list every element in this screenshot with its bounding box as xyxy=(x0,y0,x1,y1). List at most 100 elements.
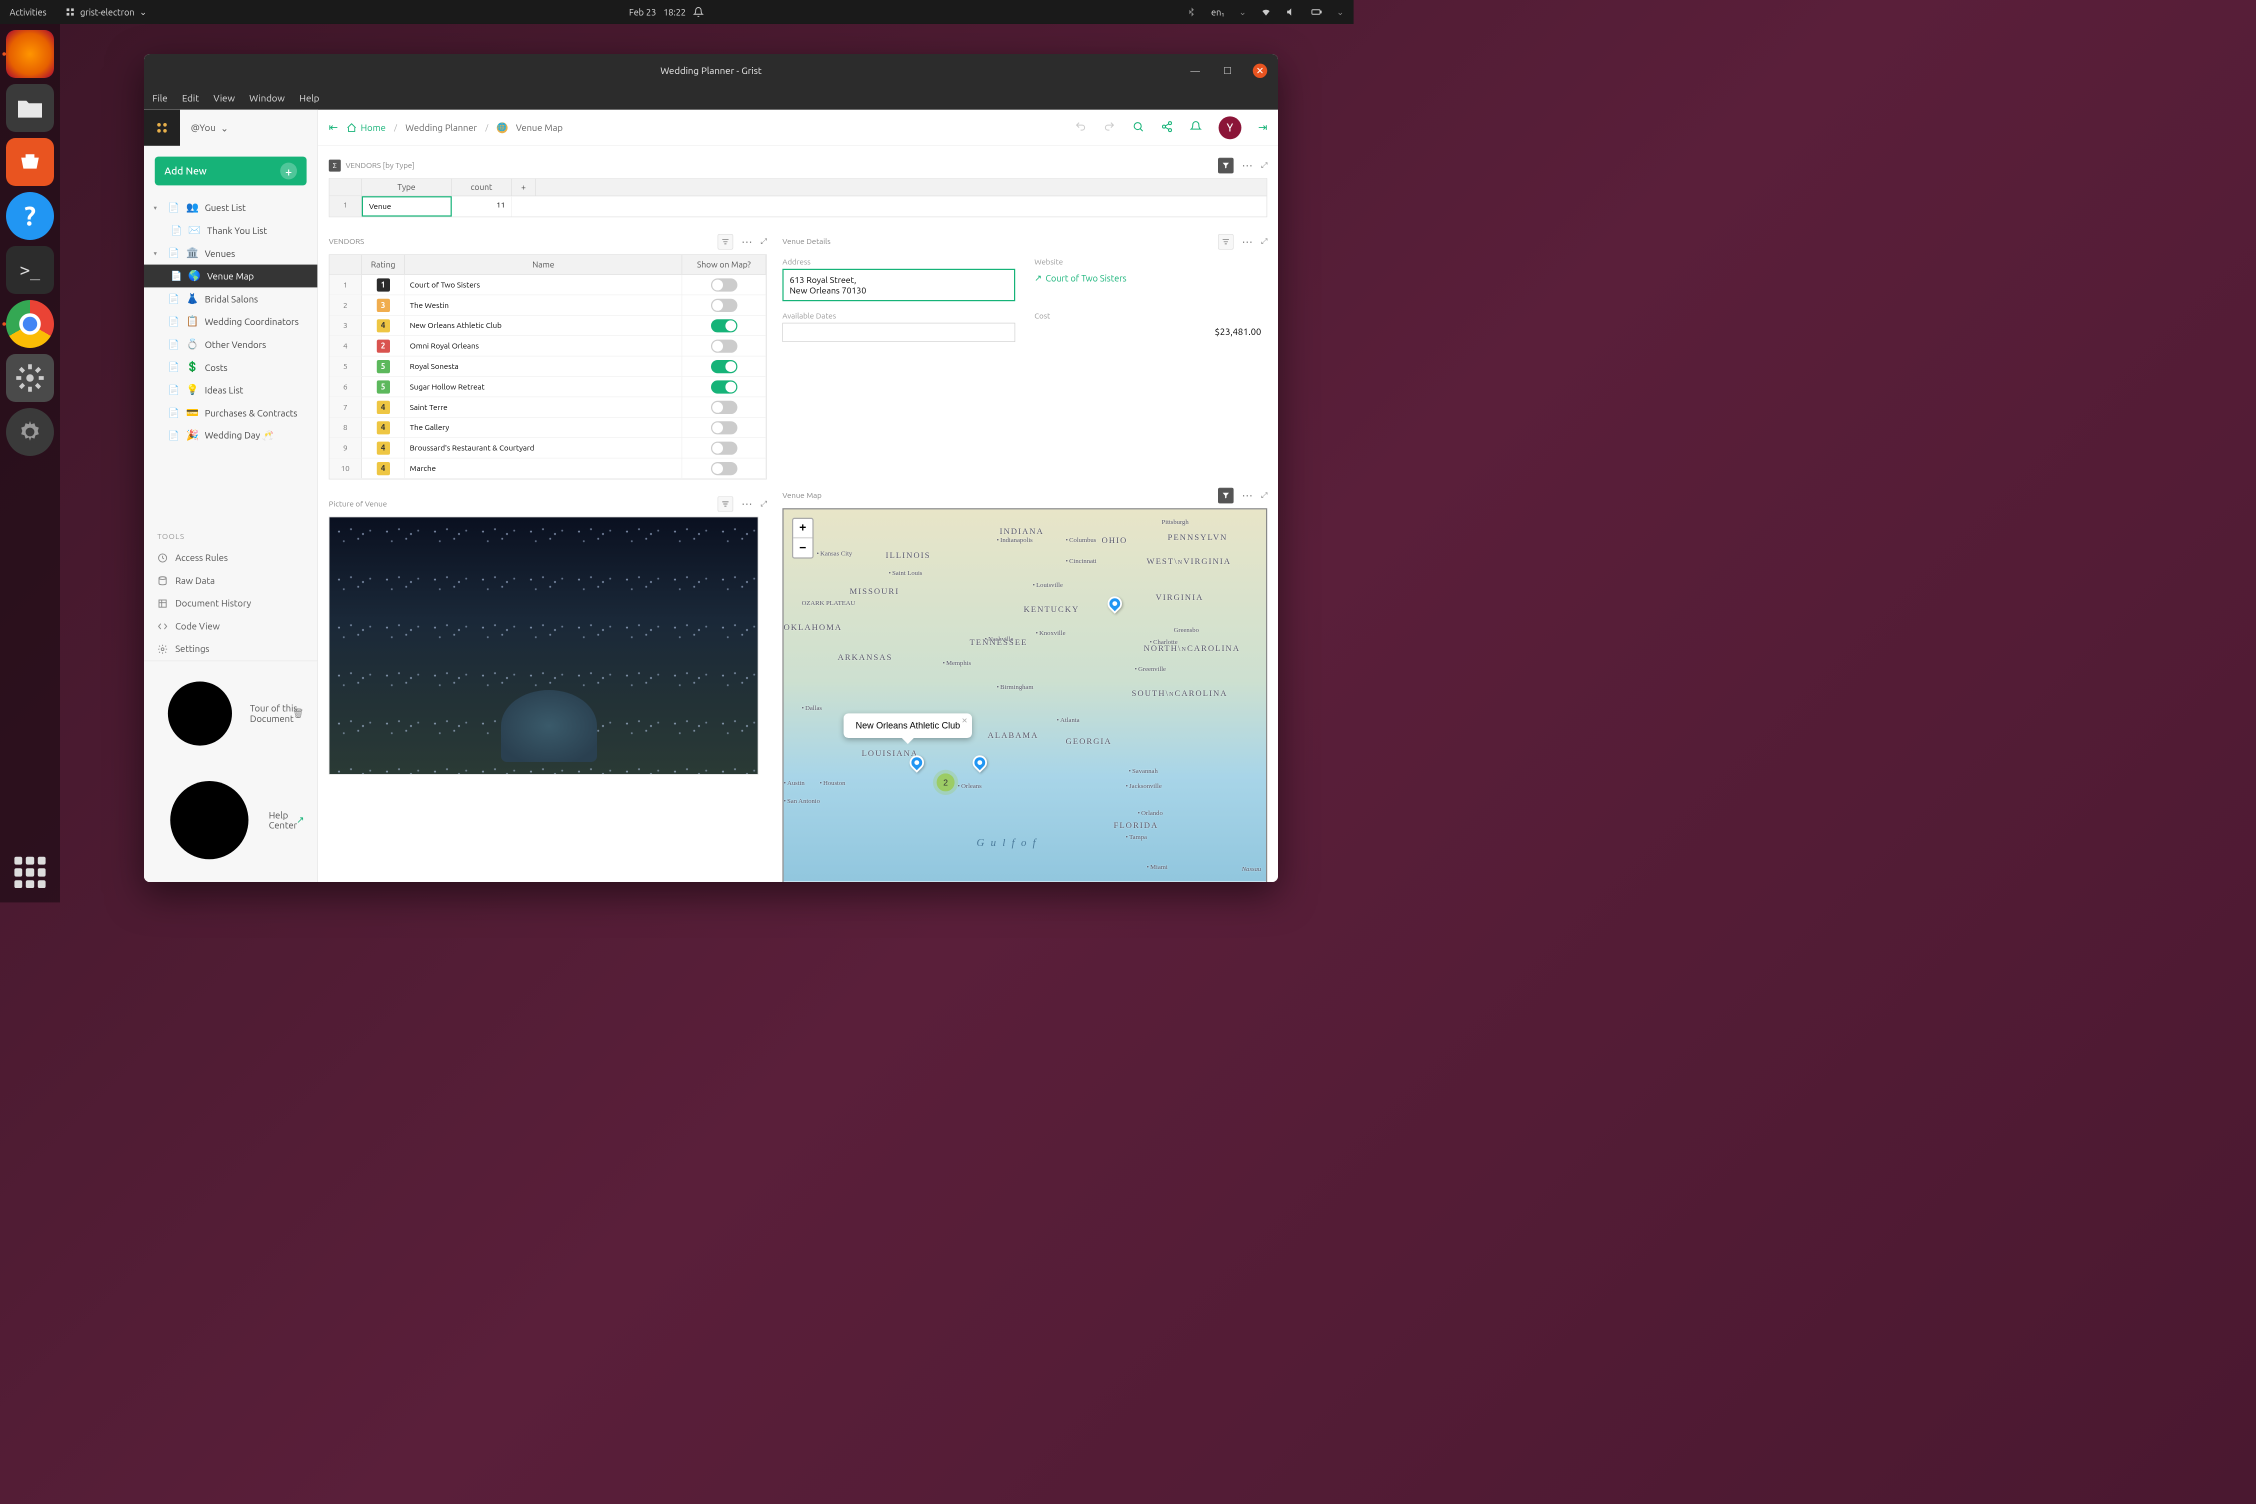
menu-view[interactable]: View xyxy=(213,93,234,104)
activities-button[interactable]: Activities xyxy=(10,7,47,17)
menu-file[interactable]: File xyxy=(152,93,167,104)
address-field[interactable]: 613 Royal Street, New Orleans 70130 xyxy=(782,269,1015,301)
section-menu[interactable]: ⋯ xyxy=(1238,159,1256,172)
files-launcher[interactable] xyxy=(6,84,54,132)
sidebar-item-guest-list[interactable]: ▾📄👥Guest List xyxy=(144,196,317,219)
chrome-launcher[interactable] xyxy=(6,300,54,348)
section-menu[interactable]: ⋯ xyxy=(1238,489,1256,502)
sidebar-item-wedding-coordinators[interactable]: 📄📋Wedding Coordinators xyxy=(144,310,317,333)
show-on-map-toggle[interactable] xyxy=(711,339,737,352)
tour-link[interactable]: Tour of this Document 🗑 xyxy=(144,665,317,762)
software-launcher[interactable] xyxy=(6,138,54,186)
vendors-table[interactable]: Rating Name Show on Map? 11Court of Two … xyxy=(329,254,767,479)
show-on-map-toggle[interactable] xyxy=(711,462,737,475)
table-row[interactable]: 23The Westin xyxy=(329,295,766,315)
show-apps-button[interactable] xyxy=(6,848,54,896)
menu-help[interactable]: Help xyxy=(299,93,319,104)
show-on-map-toggle[interactable] xyxy=(711,441,737,454)
venue-photo[interactable] xyxy=(329,517,759,775)
sidebar-item-bridal-salons[interactable]: 📄👗Bridal Salons xyxy=(144,287,317,310)
tool-raw-data[interactable]: Raw Data xyxy=(144,569,317,592)
expand-icon[interactable]: ⤢ xyxy=(1261,161,1267,170)
popup-close[interactable]: × xyxy=(962,716,968,727)
user-avatar[interactable]: Y xyxy=(1219,116,1242,139)
maximize-button[interactable]: ☐ xyxy=(1220,63,1234,77)
time-label[interactable]: 18:22 xyxy=(663,7,686,17)
dates-field[interactable] xyxy=(782,323,1015,342)
notifications-button[interactable] xyxy=(1190,121,1202,135)
minimize-button[interactable]: — xyxy=(1188,63,1202,77)
close-button[interactable]: ✕ xyxy=(1253,63,1267,77)
tool-settings[interactable]: Settings xyxy=(144,638,317,661)
search-button[interactable] xyxy=(1132,121,1144,135)
firefox-launcher[interactable] xyxy=(6,30,54,78)
show-on-map-toggle[interactable] xyxy=(711,421,737,434)
collapse-left-icon[interactable]: ⇤ xyxy=(329,121,338,134)
notifications-icon[interactable] xyxy=(693,7,704,18)
menu-window[interactable]: Window xyxy=(249,93,285,104)
show-on-map-toggle[interactable] xyxy=(711,380,737,393)
add-new-button[interactable]: Add New + xyxy=(155,157,307,186)
table-row[interactable]: 74Saint Terre xyxy=(329,397,766,417)
help-launcher[interactable]: ? xyxy=(6,192,54,240)
filter-button[interactable] xyxy=(1218,488,1234,504)
home-link[interactable]: Home xyxy=(346,122,385,133)
sidebar-item-purchases-contracts[interactable]: 📄💳Purchases & Contracts xyxy=(144,401,317,424)
window-titlebar[interactable]: Wedding Planner - Grist — ☐ ✕ xyxy=(144,54,1278,87)
show-on-map-toggle[interactable] xyxy=(711,299,737,312)
sidebar-item-thank-you-list[interactable]: 📄✉️Thank You List xyxy=(144,219,317,242)
cost-field[interactable]: $23,481.00 xyxy=(1034,323,1267,340)
table-row[interactable]: 65Sugar Hollow Retreat xyxy=(329,377,766,397)
section-menu[interactable]: ⋯ xyxy=(1238,236,1256,249)
filter-button[interactable] xyxy=(1218,158,1234,174)
sort-button[interactable] xyxy=(717,496,733,512)
redo-button[interactable] xyxy=(1103,121,1115,135)
terminal-launcher[interactable]: >_ xyxy=(6,246,54,294)
sort-button[interactable] xyxy=(717,234,733,250)
table-row[interactable]: 84The Gallery xyxy=(329,418,766,438)
settings-launcher[interactable] xyxy=(6,354,54,402)
bc-doc[interactable]: Wedding Planner xyxy=(405,122,477,132)
trash-icon[interactable]: 🗑 xyxy=(292,708,304,719)
show-on-map-toggle[interactable] xyxy=(711,319,737,332)
section-menu[interactable]: ⋯ xyxy=(738,236,756,249)
sidebar-item-costs[interactable]: 📄💲Costs xyxy=(144,356,317,379)
website-link[interactable]: ↗ Court of Two Sisters xyxy=(1034,269,1267,283)
lang-indicator[interactable]: en₁ xyxy=(1211,7,1224,17)
sidebar-item-ideas-list[interactable]: 📄💡Ideas List xyxy=(144,379,317,402)
show-on-map-toggle[interactable] xyxy=(711,278,737,291)
grist-logo[interactable] xyxy=(144,110,180,146)
map-cluster[interactable]: 2 xyxy=(937,773,955,791)
date-label[interactable]: Feb 23 xyxy=(629,7,656,17)
zoom-in-button[interactable]: + xyxy=(793,519,812,538)
sidebar-item-venues[interactable]: ▾📄🏛️Venues xyxy=(144,242,317,265)
user-menu[interactable]: @You⌄ xyxy=(180,122,317,133)
tool-document-history[interactable]: Document History xyxy=(144,592,317,615)
zoom-out-button[interactable]: − xyxy=(793,538,812,557)
wifi-icon[interactable] xyxy=(1261,7,1272,18)
undo-button[interactable] xyxy=(1075,121,1087,135)
type-cell[interactable]: Venue xyxy=(362,196,452,216)
bluetooth-icon[interactable] xyxy=(1186,7,1197,18)
app-menu[interactable]: grist-electron ⌄ xyxy=(65,7,147,18)
expand-icon[interactable]: ⤢ xyxy=(1261,491,1267,500)
table-row[interactable]: 34New Orleans Athletic Club xyxy=(329,316,766,336)
sort-button[interactable] xyxy=(1218,234,1234,250)
sidebar-item-other-vendors[interactable]: 📄💍Other Vendors xyxy=(144,333,317,356)
vendors-by-type-table[interactable]: Type count + 1 Venue 11 xyxy=(329,178,1267,217)
sidebar-item-wedding-day-[interactable]: 📄🎉Wedding Day 🥂 xyxy=(144,424,317,447)
volume-icon[interactable] xyxy=(1286,7,1297,18)
help-link[interactable]: Help Center ↗ xyxy=(144,762,317,878)
gear-launcher[interactable] xyxy=(6,408,54,456)
menu-edit[interactable]: Edit xyxy=(182,93,199,104)
table-row[interactable]: 42Omni Royal Orleans xyxy=(329,336,766,356)
table-row[interactable]: 11Court of Two Sisters xyxy=(329,275,766,295)
tool-code-view[interactable]: Code View xyxy=(144,615,317,638)
collapse-right-icon[interactable]: ⇥ xyxy=(1258,121,1267,134)
sidebar-item-venue-map[interactable]: 📄🌎Venue Map xyxy=(144,265,317,288)
table-row[interactable]: 104Marche xyxy=(329,458,766,478)
add-column-button[interactable]: + xyxy=(512,179,536,196)
table-row[interactable]: 55Royal Sonesta xyxy=(329,356,766,376)
table-row[interactable]: 1 Venue 11 xyxy=(329,196,1266,216)
expand-icon[interactable]: ⤢ xyxy=(1261,237,1267,246)
